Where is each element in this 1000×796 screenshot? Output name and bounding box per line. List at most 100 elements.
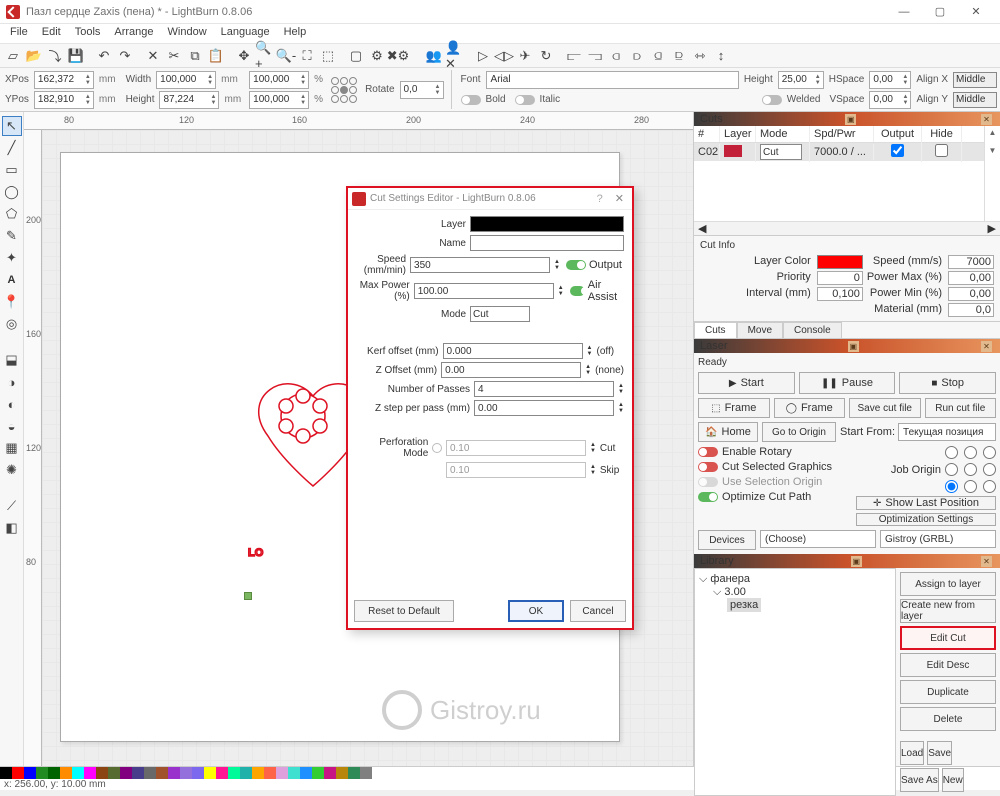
color-swatch[interactable] [132,767,144,779]
perf-toggle[interactable] [432,443,442,453]
dlg-speed-input[interactable] [410,257,550,273]
delete-icon[interactable]: ✕ [143,46,163,66]
sy-input[interactable]: ▲▼ [249,91,309,109]
color-swatch[interactable] [180,767,192,779]
dist-v-icon[interactable]: ↕ [711,46,731,66]
color-swatch[interactable] [204,767,216,779]
align-l-icon[interactable]: ⫍ [564,46,584,66]
settings-icon[interactable]: ⚙ [367,46,387,66]
pause-button[interactable]: ❚❚ Pause [799,372,896,394]
hide-checkbox[interactable] [935,144,948,157]
welded-toggle[interactable]: Welded [760,94,825,105]
panel-close-icon[interactable]: ✕ [981,341,992,352]
grid-array-icon[interactable]: ▦ [2,438,22,458]
maximize-button[interactable]: ▢ [922,1,958,23]
zoom-sel-icon[interactable]: ⬚ [318,46,338,66]
priority-value[interactable]: 0 [817,271,863,285]
color-swatches[interactable] [0,767,1000,779]
color-swatch[interactable] [300,767,312,779]
panel-close-icon[interactable]: ✕ [981,556,992,567]
group-icon[interactable]: 👥 [424,46,444,66]
menu-file[interactable]: File [4,24,34,43]
dlg-power-input[interactable] [414,283,554,299]
dist-h-icon[interactable]: ⇿ [690,46,710,66]
align-m-icon[interactable]: ⫑ [648,46,668,66]
rotate-input[interactable]: ▲▼ [400,81,444,99]
send-icon[interactable]: ✈ [515,46,535,66]
rect-tool-icon[interactable]: ▭ [2,160,22,180]
panel-float-icon[interactable]: ▣ [845,114,856,125]
reset-default-button[interactable]: Reset to Default [354,600,454,622]
cuts-scroll[interactable]: ◀▶ [694,221,1000,235]
menu-tools[interactable]: Tools [69,24,107,43]
camera-icon[interactable]: ◧ [2,518,22,538]
cancel-button[interactable]: Cancel [570,600,626,622]
zoom-in-icon[interactable]: 🔍+ [255,46,275,66]
hspace-input[interactable]: ▲▼ [869,71,911,89]
color-swatch[interactable] [276,767,288,779]
save-icon[interactable]: 💾 [66,46,86,66]
import-icon[interactable]: ⤵ [45,46,65,66]
preview-icon[interactable]: ▢ [346,46,366,66]
air-assist-toggle[interactable] [570,286,585,296]
start-button[interactable]: ▶ Start [698,372,795,394]
color-swatch[interactable] [168,767,180,779]
menu-arrange[interactable]: Arrange [108,24,159,43]
create-from-layer-button[interactable]: Create new from layer [900,599,996,623]
copy-icon[interactable]: ⧉ [185,46,205,66]
pan-icon[interactable]: ✥ [234,46,254,66]
output-checkbox[interactable] [891,144,904,157]
perf-skip-input[interactable] [446,462,586,478]
color-swatch[interactable] [192,767,204,779]
align-c-icon[interactable]: ⫎ [585,46,605,66]
alignx-select[interactable]: Middle [953,72,997,88]
color-swatch[interactable] [48,767,60,779]
perf-cut-input[interactable] [446,440,586,456]
tab-move[interactable]: Move [737,322,783,338]
minimize-button[interactable]: — [886,1,922,23]
close-button[interactable]: ✕ [958,1,994,23]
color-swatch[interactable] [0,767,12,779]
color-swatch[interactable] [72,767,84,779]
start-from-select[interactable]: Текущая позиция [898,423,996,441]
cuts-table-row[interactable]: C02 Cut 7000.0 / ... [694,143,984,161]
line-tool-icon[interactable]: ╱ [2,138,22,158]
load-button[interactable]: Load [900,741,924,765]
color-swatch[interactable] [156,767,168,779]
aligny-select[interactable]: Middle [953,92,997,108]
zstep-input[interactable] [474,400,614,416]
select-tool-icon[interactable]: ↖ [2,116,22,136]
zoom-frame-icon[interactable]: ⛶ [297,46,317,66]
opt-settings-button[interactable]: Optimization Settings [856,513,996,526]
panel-float-icon[interactable]: ▣ [851,556,862,567]
tab-console[interactable]: Console [783,322,842,338]
enable-rotary-toggle[interactable] [698,447,718,457]
color-swatch[interactable] [312,767,324,779]
measure-icon[interactable]: ⟋ [2,496,22,516]
menu-window[interactable]: Window [162,24,213,43]
name-input[interactable] [470,235,624,251]
use-sel-origin-toggle[interactable] [698,477,718,487]
polygon-tool-icon[interactable]: ⬠ [2,204,22,224]
assign-to-layer-button[interactable]: Assign to layer [900,572,996,596]
ellipse-tool-icon[interactable]: ◯ [2,182,22,202]
text-height-input[interactable]: ▲▼ [778,71,824,89]
weld-icon[interactable]: ⬓ [2,350,22,370]
edit-node-icon[interactable]: ✦ [2,248,22,268]
layer-mode-select[interactable]: Cut [760,144,802,160]
xpos-input[interactable]: ▲▼ [34,71,94,89]
save-lib-button[interactable]: Save [927,741,952,765]
color-swatch[interactable] [60,767,72,779]
speed-value[interactable]: 7000 [948,255,994,269]
edit-desc-button[interactable]: Edit Desc [900,653,996,677]
library-leaf[interactable]: резка [727,598,761,612]
device-settings-icon[interactable]: ✖⚙ [388,46,408,66]
open-icon[interactable]: 📂 [24,46,44,66]
delete-button[interactable]: Delete [900,707,996,731]
zoom-out-icon[interactable]: 🔍- [276,46,296,66]
sx-input[interactable]: ▲▼ [249,71,309,89]
color-swatch[interactable] [348,767,360,779]
vspace-input[interactable]: ▲▼ [869,91,911,109]
color-swatch[interactable] [228,767,240,779]
align-r-icon[interactable]: ⫏ [606,46,626,66]
